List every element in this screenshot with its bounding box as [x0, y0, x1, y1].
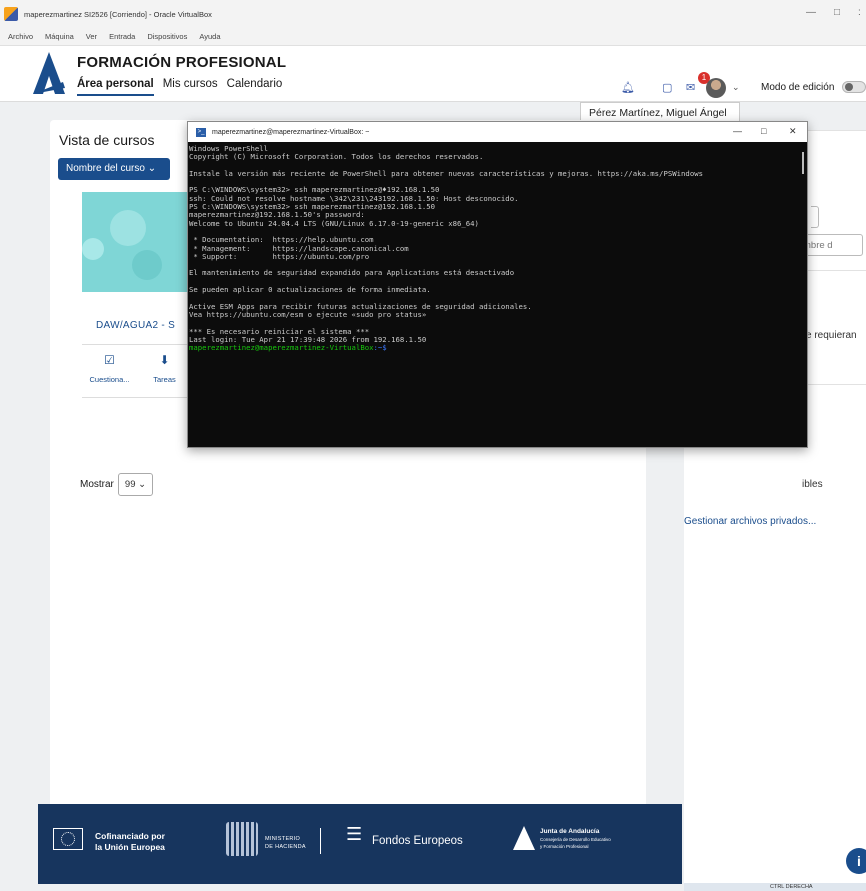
vbox-status-tray: CTRL DERECHA — [684, 883, 866, 891]
junta-sub-2: y Formación Profesional — [540, 844, 589, 849]
terminal-line: El mantenimiento de seguridad expandido … — [189, 268, 515, 278]
activity-quizzes[interactable]: ☑ Cuestiona... — [82, 345, 137, 397]
funding-footer: Cofinanciado por la Unión Europea MINIST… — [38, 804, 682, 884]
courses-title: Vista de cursos — [59, 132, 155, 148]
eu-line-1: Cofinanciado por — [95, 831, 165, 841]
spain-crest-icon — [226, 822, 258, 856]
junta-name: Junta de Andalucía — [540, 828, 600, 835]
nav-mis-cursos[interactable]: Mis cursos — [163, 78, 218, 96]
edit-mode-toggle[interactable] — [842, 81, 866, 93]
menu-dispositivos[interactable]: Dispositivos — [147, 32, 187, 41]
european-funds-icon: ☰ — [346, 824, 363, 844]
course-image[interactable] — [82, 192, 192, 292]
vbox-window-title: maperezmartinez SI2526 [Corriendo] - Ora… — [24, 9, 212, 19]
drawer-select[interactable] — [811, 206, 819, 228]
drawer-search-input[interactable]: mbre d — [799, 234, 863, 256]
bell-icon[interactable]: 🔔︎ — [621, 81, 635, 94]
terminal-scrollbar[interactable] — [802, 152, 804, 174]
menu-ayuda[interactable]: Ayuda — [199, 32, 220, 41]
terminal-line: Se pueden aplicar 0 actualizaciones de f… — [189, 285, 431, 295]
primary-nav: Área personal Mis cursos Calendario — [77, 78, 291, 96]
course-activities: ☑ Cuestiona... ⬇ Tareas — [82, 344, 192, 398]
activity-label: Cuestiona... — [89, 375, 130, 384]
virtualbox-icon — [4, 7, 18, 21]
activity-tasks[interactable]: ⬇ Tareas — [137, 345, 192, 397]
terminal-maximize-button[interactable]: □ — [761, 126, 766, 136]
terminal-title: maperezmartinez@maperezmartinez-VirtualB… — [212, 128, 370, 136]
info-button[interactable]: i — [846, 848, 866, 874]
prompt-path: :~$ — [373, 343, 387, 353]
nav-calendario[interactable]: Calendario — [227, 78, 283, 96]
site-header: FORMACIÓN PROFESIONAL Área personal Mis … — [0, 46, 866, 102]
message-icon[interactable]: ▢ — [662, 81, 672, 94]
course-name-link[interactable]: DAW/AGUA2 - S — [96, 320, 175, 331]
eu-line-2: la Unión Europea — [95, 842, 165, 852]
powershell-window[interactable]: >_ maperezmartinez@maperezmartinez-Virtu… — [187, 121, 808, 448]
menu-archivo[interactable]: Archivo — [8, 32, 33, 41]
vbox-titlebar: maperezmartinez SI2526 [Corriendo] - Ora… — [0, 0, 866, 28]
european-funds-text: Fondos Europeos — [372, 835, 463, 847]
show-label: Mostrar — [80, 479, 114, 490]
ministry-text: MINISTERIO DE HACIENDA — [265, 835, 306, 851]
terminal-close-button[interactable]: ✕ — [789, 126, 797, 137]
mail-icon[interactable]: ✉ — [686, 81, 695, 94]
fp-logo-icon[interactable] — [33, 52, 65, 94]
show-count-control: Mostrar 99 ⌄ — [80, 473, 154, 496]
manage-private-files-link[interactable]: Gestionar archivos privados... — [684, 516, 816, 527]
eu-funding-text: Cofinanciado por la Unión Europea — [95, 831, 165, 853]
junta-text: Junta de Andalucía Consejería de Desarro… — [540, 828, 611, 851]
terminal-line: Vea https://ubuntu.com/esm o ejecute «su… — [189, 309, 427, 319]
terminal-minimize-button[interactable]: — — [733, 126, 742, 136]
terminal-output[interactable]: Windows PowerShell Copyright (C) Microso… — [188, 142, 807, 352]
junta-sub-1: Consejería de Desarrollo Educativo — [540, 836, 611, 842]
powershell-icon: >_ — [196, 127, 206, 137]
edit-mode-label: Modo de edición — [761, 82, 835, 93]
sort-dropdown[interactable]: Nombre del curso ⌄ — [58, 158, 170, 180]
site-brand: FORMACIÓN PROFESIONAL — [77, 54, 287, 71]
chevron-down-icon[interactable]: ⌄ — [732, 82, 740, 93]
activity-label: Tareas — [153, 375, 176, 384]
menu-entrada[interactable]: Entrada — [109, 32, 135, 41]
junta-logo-icon — [513, 826, 535, 850]
ministry-line-2: DE HACIENDA — [265, 844, 306, 850]
checkbox-icon: ☑ — [104, 353, 115, 367]
terminal-line: Welcome to Ubuntu 24.04.4 LTS (GNU/Linux… — [189, 218, 479, 228]
menu-ver[interactable]: Ver — [86, 32, 97, 41]
footer-divider — [320, 828, 321, 854]
terminal-titlebar[interactable]: >_ maperezmartinez@maperezmartinez-Virtu… — [188, 122, 807, 142]
close-button[interactable]: : — [858, 7, 861, 18]
terminal-line: * Support: https://ubuntu.com/pro — [193, 251, 370, 261]
drawer-text: ibles — [802, 479, 823, 490]
vbox-menubar: Archivo Máquina Ver Entrada Dispositivos… — [0, 28, 866, 46]
user-avatar[interactable] — [706, 78, 726, 98]
menu-maquina[interactable]: Máquina — [45, 32, 74, 41]
prompt-user: maperezmartinez@maperezmartinez-VirtualB… — [189, 343, 374, 353]
ministry-line-1: MINISTERIO — [265, 836, 301, 842]
minimize-button[interactable]: — — [806, 7, 816, 18]
terminal-line: Copyright (C) Microsoft Corporation. Tod… — [189, 152, 484, 162]
upload-icon: ⬇ — [159, 353, 170, 367]
eu-flag-icon — [53, 828, 83, 850]
nav-area-personal[interactable]: Área personal — [77, 78, 154, 96]
terminal-line: Instale la versión más reciente de Power… — [189, 168, 703, 178]
maximize-button[interactable]: □ — [834, 7, 840, 18]
drawer-text: e requieran — [806, 330, 857, 341]
show-count-select[interactable]: 99 ⌄ — [117, 473, 154, 496]
